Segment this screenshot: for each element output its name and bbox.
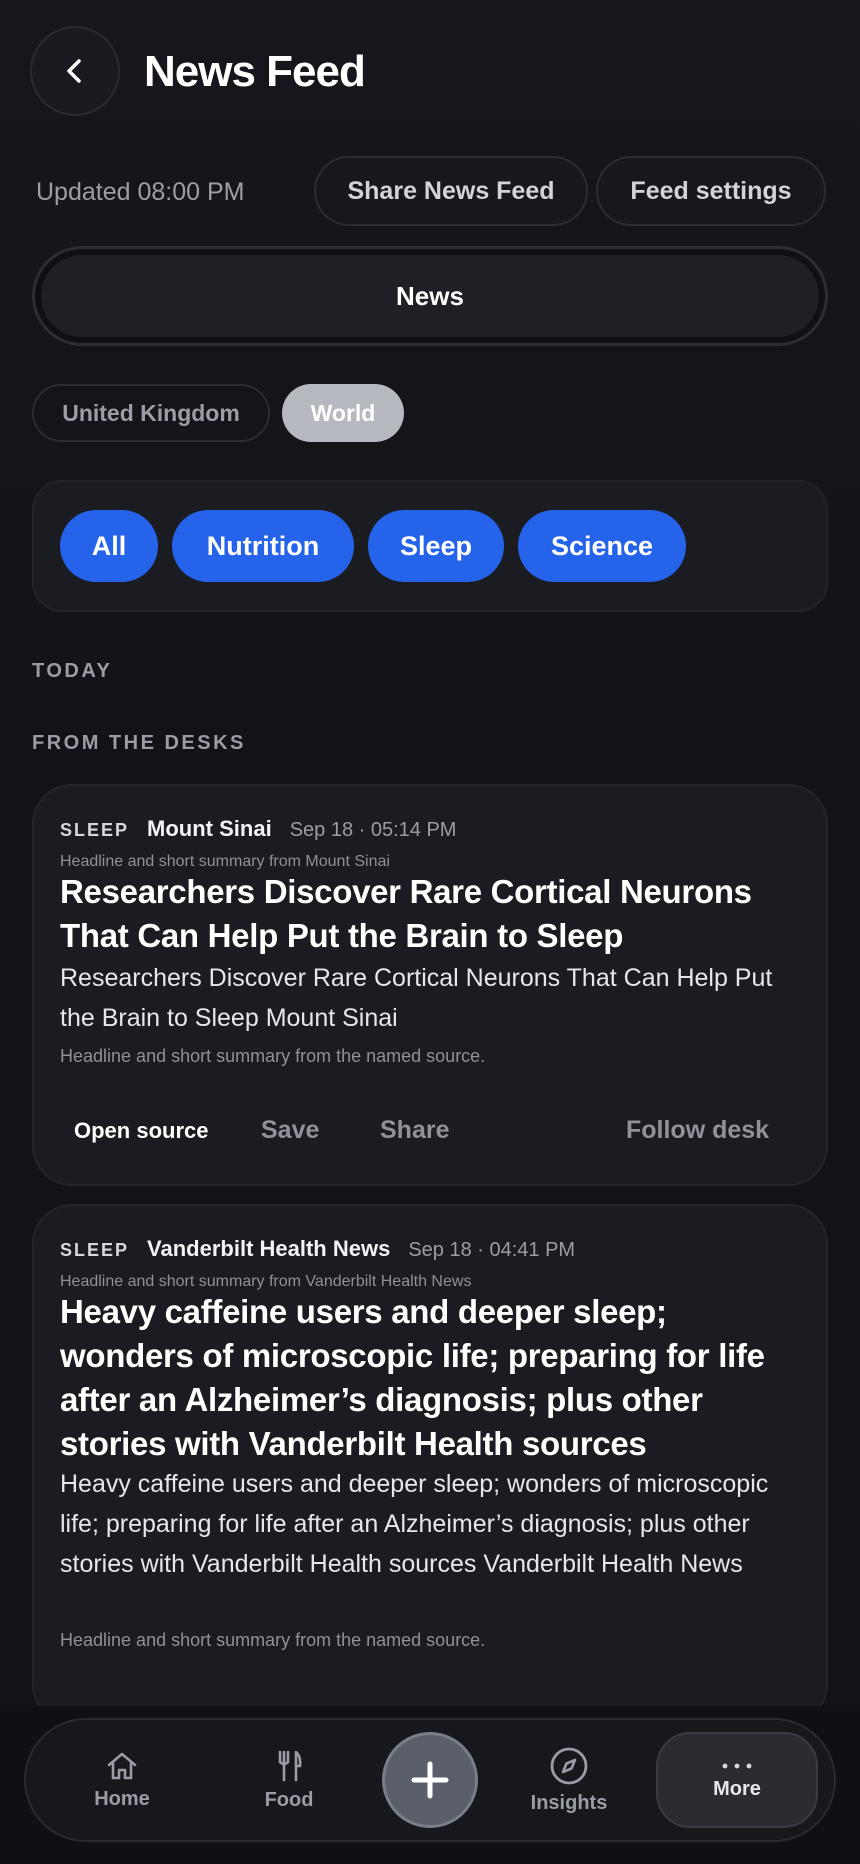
open-source-button[interactable]: Open source	[74, 1118, 208, 1144]
article-source: Mount Sinai	[147, 816, 272, 841]
article-subline: Headline and short summary from Vanderbi…	[60, 1273, 472, 1290]
nav-home[interactable]: Home	[47, 1734, 197, 1826]
feed-settings-button[interactable]: Feed settings	[596, 156, 826, 226]
nav-home-label: Home	[94, 1787, 150, 1810]
section-label-today: TODAY	[32, 660, 113, 682]
article-summary: Researchers Discover Rare Cortical Neuro…	[60, 964, 773, 1032]
chevron-left-icon	[67, 59, 81, 83]
share-button[interactable]: Share	[380, 1116, 449, 1145]
fork-knife-icon	[278, 1750, 302, 1781]
nav-more[interactable]: More	[656, 1732, 818, 1828]
article-meta: SLEEP Mount Sinai Sep 18 · 05:14 PM	[60, 816, 456, 842]
article-meta: SLEEP Vanderbilt Health News Sep 18 · 04…	[60, 1236, 575, 1262]
article-note: Headline and short summary from the name…	[60, 1630, 486, 1650]
article-time: Sep 18 · 05:14 PM	[289, 819, 457, 841]
category-chip-science[interactable]: Science	[518, 510, 686, 582]
back-button[interactable]	[30, 26, 120, 116]
region-chip-united-kingdom[interactable]: United Kingdom	[32, 384, 270, 442]
page-title: News Feed	[144, 47, 366, 96]
feed-type-segment: News	[32, 246, 828, 346]
article-category: SLEEP	[60, 820, 130, 840]
article-source: Vanderbilt Health News	[147, 1236, 391, 1261]
segment-news[interactable]: News	[41, 255, 819, 337]
article-subline: Headline and short summary from Mount Si…	[60, 853, 390, 870]
ellipsis-icon	[722, 1763, 752, 1768]
nav-food[interactable]: Food	[214, 1734, 364, 1826]
nav-insights[interactable]: Insights	[494, 1734, 644, 1826]
article-headline[interactable]: Heavy caffeine users and deeper sleep; w…	[60, 1290, 800, 1466]
home-icon	[107, 1752, 137, 1779]
category-chip-sleep[interactable]: Sleep	[368, 510, 504, 582]
article-headline[interactable]: Researchers Discover Rare Cortical Neuro…	[60, 870, 780, 958]
nav-more-label: More	[713, 1777, 761, 1800]
article-summary: Heavy caffeine users and deeper sleep; w…	[60, 1470, 769, 1578]
article-time: Sep 18 · 04:41 PM	[408, 1239, 576, 1261]
article-category: SLEEP	[60, 1240, 130, 1260]
updated-timestamp: Updated 08:00 PM	[36, 178, 245, 206]
compass-icon	[550, 1747, 588, 1784]
nav-food-label: Food	[264, 1788, 314, 1811]
follow-desk-button[interactable]: Follow desk	[626, 1116, 769, 1145]
category-chip-nutrition[interactable]: Nutrition	[172, 510, 354, 582]
save-button[interactable]: Save	[261, 1116, 319, 1145]
add-button[interactable]	[382, 1732, 478, 1828]
category-chip-all[interactable]: All	[60, 510, 158, 582]
plus-icon	[411, 1761, 449, 1799]
share-feed-button[interactable]: Share News Feed	[314, 156, 588, 226]
section-label-desks: FROM THE DESKS	[32, 732, 246, 754]
region-chip-world[interactable]: World	[282, 384, 404, 442]
article-note: Headline and short summary from the name…	[60, 1046, 486, 1066]
nav-insights-label: Insights	[530, 1791, 608, 1814]
